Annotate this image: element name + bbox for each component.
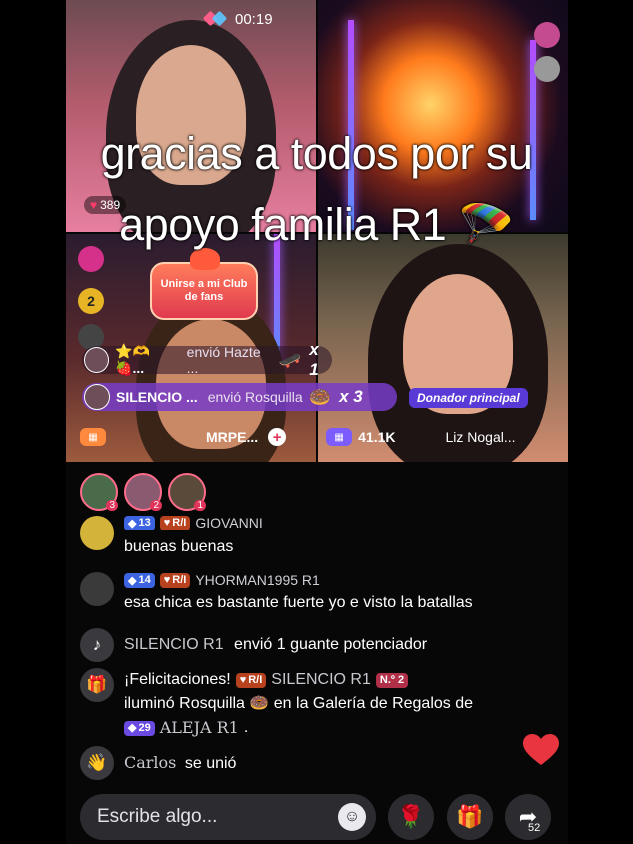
chat-message[interactable]: ◆ 14 ♥ R/I YHORMAN1995 R1 esa chica es bas… bbox=[80, 572, 473, 612]
avatar bbox=[84, 347, 110, 373]
stream-timer: 00:19 bbox=[205, 8, 273, 30]
chat-message[interactable]: ♪ SILENCIO R1 envió 1 guante potenciador bbox=[80, 628, 427, 662]
cloud-icon bbox=[534, 56, 560, 82]
fan-club-label: de fans bbox=[184, 291, 224, 303]
fan-text: R/I bbox=[172, 574, 187, 586]
comment-placeholder: Escribe algo... bbox=[97, 806, 218, 827]
chat-username[interactable]: ALEJA R1 bbox=[160, 716, 239, 740]
emoji-icon[interactable]: ☺ bbox=[338, 803, 366, 831]
avatar bbox=[84, 384, 110, 410]
rank-badge[interactable]: 2 bbox=[78, 288, 104, 314]
host-name-left[interactable]: MRPE... bbox=[206, 429, 258, 445]
battle-logo-icon bbox=[205, 11, 227, 27]
chat-text: ¡Felicitaciones! bbox=[124, 671, 231, 688]
gift-action-text: envió Rosquilla bbox=[207, 389, 303, 405]
gift-notification: ⭐🫶🍓... envió Hazte ... 🛹 x 1 bbox=[82, 340, 332, 379]
gift-effect-icon bbox=[534, 22, 560, 48]
fan-club-label: Unirse a mi Club bbox=[160, 278, 248, 290]
gift-quantity: x 1 bbox=[309, 340, 319, 379]
gift-sender-name: ⭐🫶🍓... bbox=[115, 343, 150, 376]
fan-club-join-button[interactable]: Unirse a mi Club de fans bbox=[150, 248, 258, 320]
team-chip-icon: ▦ bbox=[80, 428, 106, 446]
heart-icon[interactable] bbox=[523, 734, 559, 766]
chat-message[interactable]: ◆ 13 ♥ R/I GIOVANNI buenas buenas bbox=[80, 516, 263, 556]
fan-club-mascot-icon bbox=[190, 248, 220, 270]
viewer-rank: 1 bbox=[194, 500, 206, 511]
chat-username[interactable]: Carlos bbox=[124, 753, 176, 772]
timer-text: 00:19 bbox=[235, 10, 273, 28]
chat-message[interactable]: 🎁 ¡Felicitaciones! ♥ R/I SILENCIO R1 N.º … bbox=[80, 668, 473, 740]
fan-badge: ♥ R/I bbox=[159, 516, 191, 530]
gift-notification: SILENCIO ... envió Rosquilla 🍩 x 3 bbox=[82, 383, 397, 411]
donut-gift-icon: 🍩 bbox=[308, 386, 332, 407]
level-badge: ◆ 13 bbox=[124, 516, 155, 530]
fan-text: R/I bbox=[172, 517, 187, 529]
viewer-avatar[interactable]: 2 bbox=[124, 473, 162, 511]
battle-score-bar: ▦ MRPE... + ▦ 41.1K Liz Nogal... bbox=[78, 424, 564, 450]
gift-quantity: x 3 bbox=[339, 387, 363, 406]
follow-plus-button[interactable]: + bbox=[268, 428, 287, 446]
chat-text: . bbox=[243, 719, 249, 736]
viewer-avatar[interactable]: 1 bbox=[168, 473, 206, 511]
level-text: 29 bbox=[138, 722, 151, 734]
tiktok-icon: ♪ bbox=[80, 628, 114, 662]
video-caption-line: apoyo familia R1 🪂 bbox=[119, 199, 514, 250]
chat-username[interactable]: SILENCIO R1 bbox=[124, 636, 224, 653]
skateboard-gift-icon: 🛹 bbox=[278, 349, 302, 370]
rose-icon: 🌹 bbox=[397, 804, 425, 829]
viewer-rank: 2 bbox=[150, 500, 162, 511]
level-text: 13 bbox=[138, 517, 151, 529]
level-text: 14 bbox=[138, 574, 151, 586]
gift-action-text: envió Hazte ... bbox=[186, 344, 261, 376]
video-caption-line: gracias a todos por su bbox=[100, 128, 533, 179]
chat-username[interactable]: SILENCIO R1 bbox=[271, 668, 371, 692]
avatar bbox=[80, 516, 114, 550]
chat-text: buenas buenas bbox=[124, 538, 234, 555]
wave-hand-icon: 👋 bbox=[80, 746, 114, 780]
gift-icon: 🎁 bbox=[80, 668, 114, 702]
donut-gift-icon: 🍩 bbox=[249, 695, 270, 712]
host-name-right[interactable]: Liz Nogal... bbox=[445, 429, 515, 445]
fan-badge: ♥ R/I bbox=[235, 672, 267, 688]
chat-message[interactable]: 👋 Carlos se unió bbox=[80, 746, 236, 780]
rose-gift-button[interactable]: 🌹 bbox=[388, 794, 434, 840]
fan-text: R/I bbox=[248, 674, 263, 686]
rank-badge: N.º 2 bbox=[375, 672, 409, 688]
chat-username[interactable]: YHORMAN1995 R1 bbox=[195, 572, 320, 588]
gift-button[interactable]: 🎁 bbox=[447, 794, 493, 840]
top-viewers: 3 2 1 bbox=[80, 473, 206, 511]
chat-text: en la Galería de Regalos de bbox=[273, 695, 474, 712]
viewer-avatar[interactable]: 3 bbox=[80, 473, 118, 511]
chat-username[interactable]: GIOVANNI bbox=[195, 516, 262, 530]
battle-score: 41.1K bbox=[358, 429, 396, 445]
gift-sender-name: SILENCIO ... bbox=[116, 389, 198, 405]
chat-text: se unió bbox=[184, 755, 237, 772]
rank-badge-text: 2 bbox=[87, 293, 95, 309]
share-count: 52 bbox=[528, 822, 541, 834]
level-badge: ◆ 29 bbox=[124, 720, 155, 736]
score-chip-icon: ▦ bbox=[326, 428, 353, 446]
viewer-rank: 3 bbox=[106, 500, 118, 511]
top-donor-badge: Donador principal bbox=[409, 388, 528, 408]
chat-text: esa chica es bastante fuerte yo e visto … bbox=[124, 594, 473, 611]
level-badge: ◆ 14 bbox=[124, 572, 155, 588]
fan-badge: ♥ R/I bbox=[159, 572, 191, 588]
chat-text: iluminó Rosquilla bbox=[124, 695, 245, 712]
avatar bbox=[80, 572, 114, 606]
chat-text: envió 1 guante potenciador bbox=[234, 636, 428, 653]
comment-input[interactable]: Escribe algo... ☺ bbox=[80, 794, 376, 840]
gift-icon: 🎁 bbox=[456, 804, 484, 829]
